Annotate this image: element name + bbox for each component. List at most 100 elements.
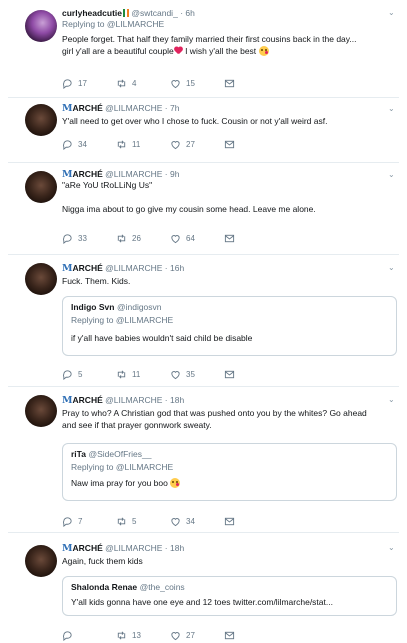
retweet-button[interactable]: 5 [116, 516, 170, 527]
reply-button[interactable]: 17 [62, 78, 116, 89]
flag-icon [123, 9, 129, 17]
tweet-text-line: and see if that prayer gonnwork sweaty. [62, 419, 212, 430]
avatar[interactable] [25, 395, 57, 427]
reply-icon [62, 630, 73, 641]
dm-button[interactable] [224, 369, 240, 380]
retweet-icon [116, 139, 127, 150]
tweet[interactable]: ⌄ MARCHÉ @LILMARCHE · 16h Fuck. Them. Ki… [0, 255, 407, 387]
heart-icon [170, 516, 181, 527]
retweet-button[interactable]: 13 [116, 630, 170, 641]
like-count: 34 [186, 516, 195, 526]
dm-button[interactable] [224, 233, 240, 244]
like-count: 27 [186, 630, 195, 640]
avatar[interactable] [25, 10, 57, 42]
tweet-actions: 34 11 27 [62, 138, 240, 150]
display-name[interactable]: MARCHÉ [62, 263, 103, 274]
like-count: 15 [186, 78, 195, 88]
timestamp[interactable]: 18h [170, 543, 184, 553]
retweet-button[interactable]: 26 [116, 233, 170, 244]
envelope-icon [224, 369, 235, 380]
user-handle[interactable]: @LILMARCHE [105, 103, 162, 113]
dm-button[interactable] [224, 630, 240, 641]
tweet-header: MARCHÉ @LILMARCHE · 16h [62, 263, 397, 274]
like-button[interactable]: 27 [170, 630, 224, 641]
tweet-text: Fuck. Them. Kids. [62, 276, 131, 286]
tweet-header: curlyheadcutie @swtcandi_ · 6h [62, 8, 397, 19]
avatar[interactable] [25, 545, 57, 577]
kissing-face-emoji-icon [258, 45, 269, 56]
quoted-tweet[interactable]: riTa @SideOfFries__ Replying to @LILMARC… [62, 443, 397, 501]
display-name-initial: M [62, 169, 73, 180]
reply-count: 7 [78, 516, 83, 526]
quoted-tweet[interactable]: Indigo Svn @indigosvn Replying to @LILMA… [62, 296, 397, 356]
like-button[interactable]: 64 [170, 233, 224, 244]
tweet-header: MARCHÉ @LILMARCHE · 9h [62, 169, 397, 180]
avatar[interactable] [25, 263, 57, 295]
display-name-initial: M [62, 395, 73, 406]
timestamp[interactable]: 16h [170, 263, 184, 273]
display-name[interactable]: MARCHÉ [62, 103, 103, 114]
envelope-icon [224, 139, 235, 150]
tweet[interactable]: ⌄ curlyheadcutie @swtcandi_ · 6h Replyin… [0, 0, 407, 98]
tweet[interactable]: ⌄ MARCHÉ @LILMARCHE · 18h Again, fuck th… [0, 533, 407, 643]
like-button[interactable]: 15 [170, 78, 224, 89]
quoted-tweet[interactable]: Shalonda Renae @the_coins Y'all kids gon… [62, 576, 397, 616]
envelope-icon [224, 630, 235, 641]
dm-button[interactable] [224, 78, 240, 89]
display-name[interactable]: MARCHÉ [62, 169, 103, 180]
heart-icon [170, 78, 181, 89]
timestamp[interactable]: 7h [170, 103, 179, 113]
envelope-icon [224, 516, 235, 527]
retweet-icon [116, 516, 127, 527]
replying-to-label: Replying to [62, 19, 105, 29]
like-button[interactable]: 35 [170, 369, 224, 380]
display-name[interactable]: curlyheadcutie [62, 8, 122, 18]
tweet[interactable]: ⌄ MARCHÉ @LILMARCHE · 9h "aRe YoU tRoLLi… [0, 163, 407, 255]
tweet[interactable]: ⌄ MARCHÉ @LILMARCHE · 7h Y'all need to g… [0, 98, 407, 163]
timestamp[interactable]: 18h [170, 395, 184, 405]
user-handle[interactable]: @swtcandi_ [131, 8, 177, 18]
retweet-count: 11 [132, 369, 141, 379]
reply-count: 34 [78, 139, 87, 149]
reply-button[interactable]: 33 [62, 233, 116, 244]
like-button[interactable]: 27 [170, 139, 224, 150]
tweet[interactable]: ⌄ MARCHÉ @LILMARCHE · 18h Pray to who? A… [0, 387, 407, 533]
display-name-initial: M [62, 103, 73, 114]
quoted-tweet-text: Naw ima pray for you boo [71, 478, 388, 490]
quoted-tweet-text: if y'all have babies wouldn't said child… [71, 333, 253, 343]
tweet-header: MARCHÉ @LILMARCHE · 18h [62, 395, 397, 406]
red-heart-emoji-icon [174, 47, 183, 55]
replying-to-handle: @LILMARCHE [115, 462, 174, 472]
retweet-count: 4 [132, 78, 137, 88]
user-handle[interactable]: @LILMARCHE [105, 169, 162, 179]
tweet-actions: 17 4 15 [62, 77, 240, 89]
replying-to: Replying to @LILMARCHE [62, 19, 397, 30]
user-handle[interactable]: @LILMARCHE [105, 543, 162, 553]
reply-icon [62, 139, 73, 150]
reply-button[interactable]: 34 [62, 139, 116, 150]
timestamp[interactable]: 6h [185, 8, 194, 18]
user-handle[interactable]: @LILMARCHE [105, 263, 162, 273]
tweet-text-segment: girl y'all are a beautiful couple [62, 45, 174, 56]
reply-button[interactable]: 7 [62, 516, 116, 527]
reply-button[interactable]: 5 [62, 369, 116, 380]
reply-count: 5 [78, 369, 83, 379]
quoted-user-handle: @indigosvn [116, 302, 162, 312]
retweet-button[interactable]: 11 [116, 139, 170, 150]
replying-to-label: Replying to [71, 462, 114, 472]
retweet-button[interactable]: 11 [116, 369, 170, 380]
retweet-button[interactable]: 4 [116, 78, 170, 89]
display-name[interactable]: MARCHÉ [62, 395, 103, 406]
reply-button[interactable] [62, 630, 116, 641]
avatar[interactable] [25, 171, 57, 203]
like-button[interactable]: 34 [170, 516, 224, 527]
retweet-count: 11 [132, 139, 141, 149]
display-name[interactable]: MARCHÉ [62, 543, 103, 554]
timestamp[interactable]: 9h [170, 169, 179, 179]
quoted-tweet-header: Shalonda Renae @the_coins [71, 582, 388, 593]
user-handle[interactable]: @LILMARCHE [105, 395, 162, 405]
dm-button[interactable] [224, 139, 240, 150]
dm-button[interactable] [224, 516, 240, 527]
avatar[interactable] [25, 104, 57, 136]
replying-to-handle[interactable]: @LILMARCHE [107, 19, 164, 29]
